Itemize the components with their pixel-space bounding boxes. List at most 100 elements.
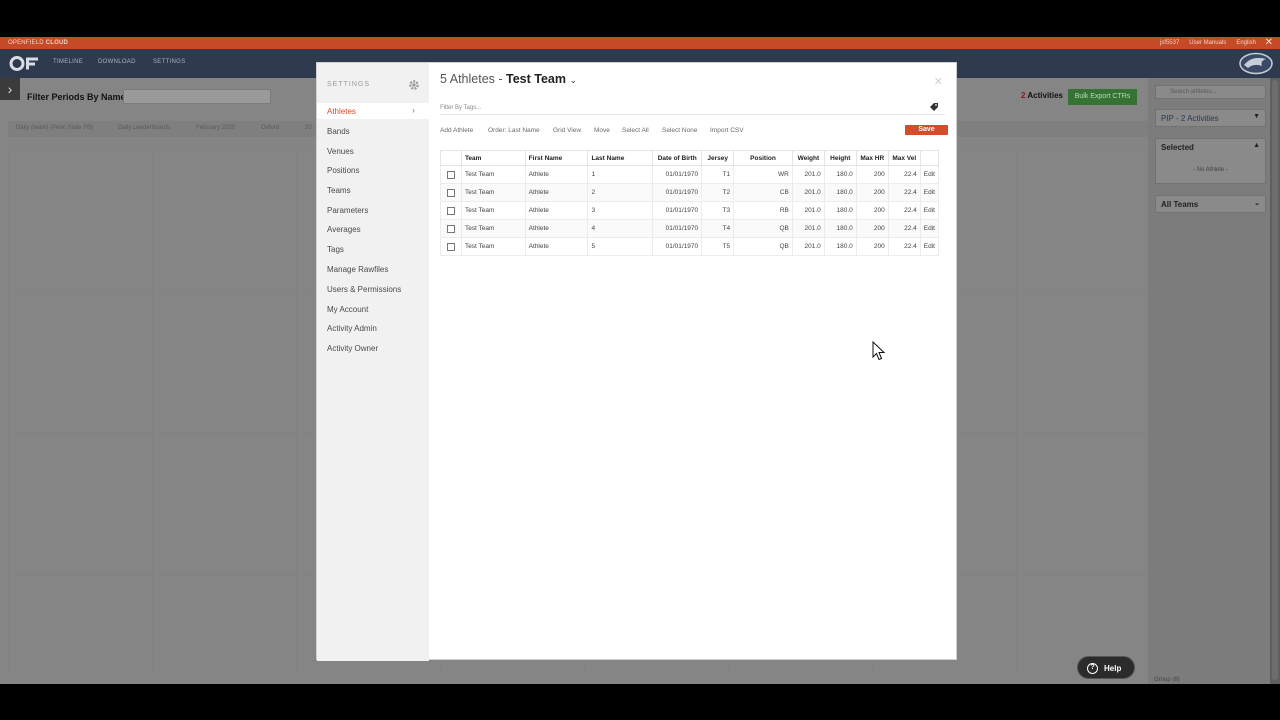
row-select-cell bbox=[440, 165, 462, 184]
table-cell: 180.0 bbox=[823, 183, 857, 202]
table-cell: CB bbox=[733, 183, 793, 202]
menu-averages[interactable]: Averages bbox=[327, 225, 361, 234]
header-team[interactable]: Team bbox=[460, 150, 526, 166]
table-cell: 200 bbox=[855, 183, 889, 202]
header-position[interactable]: Position bbox=[733, 150, 793, 166]
table-cell: T1 bbox=[701, 165, 735, 184]
edit-link[interactable]: Edit bbox=[919, 165, 940, 184]
header-weight[interactable]: Weight bbox=[791, 150, 825, 166]
nav-timeline[interactable]: TIMELINE bbox=[53, 59, 83, 65]
filter-periods-input[interactable] bbox=[123, 89, 271, 104]
bulk-export-button[interactable]: Bulk Export CTRs bbox=[1068, 89, 1137, 105]
table-cell: Athlete bbox=[524, 219, 589, 238]
row-checkbox[interactable] bbox=[446, 206, 455, 215]
help-button[interactable]: ? Help bbox=[1077, 656, 1135, 679]
table-cell: 180.0 bbox=[823, 201, 857, 220]
gear-icon[interactable] bbox=[408, 79, 420, 91]
table-cell: 201.0 bbox=[791, 183, 825, 202]
table-cell: 22.4 bbox=[887, 183, 921, 202]
settings-title: SETTINGS bbox=[327, 81, 371, 88]
menu-positions[interactable]: Positions bbox=[327, 166, 359, 175]
team-select[interactable]: Test Team bbox=[506, 72, 566, 86]
period-tab[interactable]: Daily Leaderboards bbox=[118, 125, 170, 131]
header-first-name[interactable]: First Name bbox=[524, 150, 589, 166]
activities-count: 2 Activities bbox=[1021, 91, 1063, 100]
row-select-cell bbox=[440, 219, 462, 238]
table-row[interactable]: Test Team Athlete 4 01/01/1970 T4 QB 201.0 180.… bbox=[440, 219, 940, 238]
edit-link[interactable]: Edit bbox=[919, 237, 940, 256]
table-row[interactable]: Test Team Athlete 5 01/01/1970 T5 QB 201.0 180.… bbox=[440, 237, 940, 256]
table-row[interactable]: Test Team Athlete 2 01/01/1970 T2 CB 201.0 180.… bbox=[440, 183, 940, 202]
move-button[interactable]: Move bbox=[594, 127, 610, 134]
grid-view-button[interactable]: Grid View bbox=[553, 127, 581, 134]
user-manuals-link[interactable]: User Manuals bbox=[1189, 40, 1226, 46]
period-tab[interactable]: Oxford bbox=[261, 125, 279, 131]
all-teams-dropdown[interactable]: All Teams ⌄ bbox=[1155, 195, 1266, 213]
menu-bands[interactable]: Bands bbox=[327, 127, 350, 136]
select-none-button[interactable]: Select None bbox=[662, 127, 697, 134]
expand-sidebar-icon[interactable]: › bbox=[0, 78, 20, 100]
row-checkbox[interactable] bbox=[446, 170, 455, 179]
row-checkbox[interactable] bbox=[446, 242, 455, 251]
import-csv-button[interactable]: Import CSV bbox=[710, 127, 744, 134]
chevron-up-icon[interactable]: ▲ bbox=[1253, 142, 1260, 149]
menu-tags[interactable]: Tags bbox=[327, 245, 344, 254]
language-select[interactable]: English bbox=[1236, 40, 1256, 46]
add-athlete-button[interactable]: Add Athlete bbox=[440, 127, 473, 134]
edit-link[interactable]: Edit bbox=[919, 201, 940, 220]
menu-teams[interactable]: Teams bbox=[327, 186, 351, 195]
table-cell: T4 bbox=[701, 219, 735, 238]
row-checkbox[interactable] bbox=[446, 188, 455, 197]
header-max-vel[interactable]: Max Vel bbox=[887, 150, 921, 166]
tag-icon[interactable] bbox=[929, 102, 939, 112]
pip-label: PIP - 2 Activities bbox=[1161, 114, 1219, 123]
close-icon[interactable]: ✕ bbox=[1265, 37, 1273, 49]
close-icon[interactable]: ✕ bbox=[934, 75, 943, 88]
chevron-down-icon[interactable]: ⌄ bbox=[569, 75, 577, 85]
user-link[interactable]: jsf5537 bbox=[1160, 40, 1179, 46]
period-tab[interactable]: 20 bbox=[305, 125, 312, 131]
header-last-name[interactable]: Last Name bbox=[587, 150, 654, 166]
table-row[interactable]: Test Team Athlete 3 01/01/1970 T3 RB 201.0 180.… bbox=[440, 201, 940, 220]
bottom-bar bbox=[0, 684, 1280, 720]
filter-periods-title: Filter Periods By Name bbox=[27, 92, 126, 102]
edit-link[interactable]: Edit bbox=[919, 183, 940, 202]
row-select-cell bbox=[440, 237, 462, 256]
pip-dropdown[interactable]: PIP - 2 Activities ▼ bbox=[1155, 109, 1266, 127]
select-all-button[interactable]: Select All bbox=[622, 127, 649, 134]
header-height[interactable]: Height bbox=[823, 150, 857, 166]
table-cell: 200 bbox=[855, 219, 889, 238]
menu-my-account[interactable]: My Account bbox=[327, 305, 368, 314]
scrollbar[interactable] bbox=[1270, 78, 1280, 684]
menu-athletes[interactable]: Athletes bbox=[327, 107, 356, 116]
all-teams-label: All Teams bbox=[1161, 200, 1199, 209]
menu-users-permissions[interactable]: Users & Permissions bbox=[327, 285, 401, 294]
athlete-search-input[interactable]: Search athletes... bbox=[1155, 85, 1266, 99]
scrollbar-thumb[interactable] bbox=[1272, 80, 1278, 680]
table-cell: 01/01/1970 bbox=[652, 237, 703, 256]
menu-activity-owner[interactable]: Activity Owner bbox=[327, 344, 378, 353]
openfield-logo[interactable] bbox=[9, 55, 43, 72]
nav-settings[interactable]: SETTINGS bbox=[153, 59, 185, 65]
row-checkbox[interactable] bbox=[446, 224, 455, 233]
menu-venues[interactable]: Venues bbox=[327, 147, 354, 156]
table-cell: Test Team bbox=[460, 165, 526, 184]
nav-download[interactable]: DOWNLOAD bbox=[98, 59, 136, 65]
period-tab[interactable]: February 2020 bbox=[196, 125, 235, 131]
table-header-row: Team First Name Last Name Date of Birth … bbox=[440, 150, 940, 166]
edit-link[interactable]: Edit bbox=[919, 219, 940, 238]
table-cell: 22.4 bbox=[887, 201, 921, 220]
order-button[interactable]: Order: Last Name bbox=[488, 127, 540, 134]
save-button[interactable]: Save bbox=[905, 125, 948, 135]
header-max-hr[interactable]: Max HR bbox=[855, 150, 889, 166]
menu-manage-rawfiles[interactable]: Manage Rawfiles bbox=[327, 265, 388, 274]
header-date-of-birth[interactable]: Date of Birth bbox=[652, 150, 703, 166]
menu-activity-admin[interactable]: Activity Admin bbox=[327, 324, 377, 333]
filter-by-tags-input[interactable]: Filter By Tags... bbox=[440, 105, 481, 111]
table-row[interactable]: Test Team Athlete 1 01/01/1970 T1 WR 201.0 180.… bbox=[440, 165, 940, 184]
header-jersey[interactable]: Jersey bbox=[701, 150, 735, 166]
menu-parameters[interactable]: Parameters bbox=[327, 206, 368, 215]
table-cell: 180.0 bbox=[823, 165, 857, 184]
period-tab[interactable]: Daily (team) (Penn State FB) bbox=[16, 125, 93, 131]
table-cell: QB bbox=[733, 237, 793, 256]
